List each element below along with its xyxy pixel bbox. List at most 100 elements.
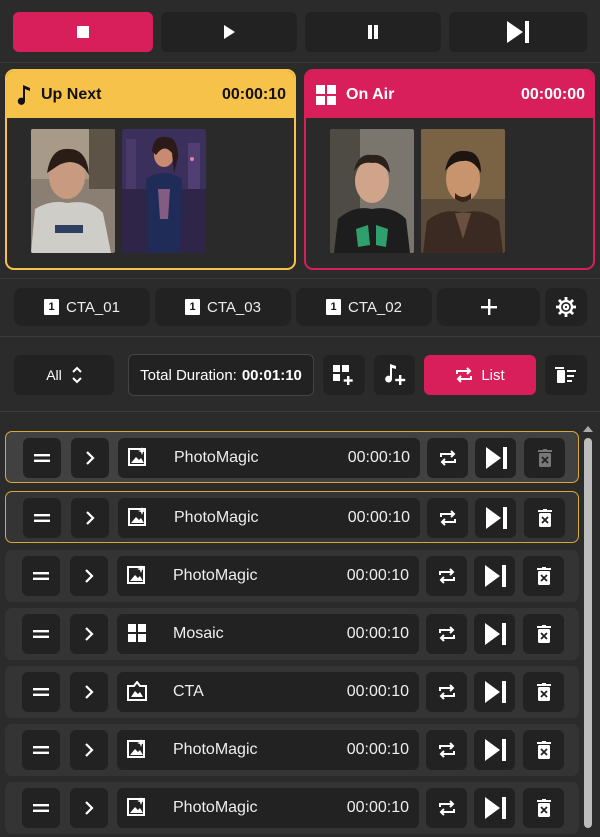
playlist-row[interactable]: PhotoMagic 00:00:10	[5, 431, 579, 483]
mosaic-icon	[316, 84, 336, 105]
playlist-item[interactable]: CTA 00:00:10	[117, 672, 419, 712]
cta-button-1[interactable]: 1 CTA_01	[14, 288, 150, 326]
pause-button[interactable]	[305, 12, 441, 52]
loop-toggle-button[interactable]	[426, 672, 467, 712]
play-next-button[interactable]	[474, 556, 515, 596]
skip-next-icon	[485, 447, 507, 469]
expand-button[interactable]	[70, 730, 108, 770]
playlist-row[interactable]: Mosaic 00:00:10	[5, 608, 579, 660]
drag-handle[interactable]	[22, 556, 60, 596]
cta-button-3[interactable]: 1 CTA_02	[296, 288, 432, 326]
playlist-row[interactable]: PhotoMagic 00:00:10	[5, 724, 579, 776]
play-next-button[interactable]	[474, 730, 515, 770]
drag-handle[interactable]	[22, 672, 60, 712]
expand-button[interactable]	[71, 498, 109, 538]
play-next-button[interactable]	[474, 788, 515, 828]
playlist-row[interactable]: CTA 00:00:10	[5, 666, 579, 718]
drag-handle-icon	[33, 630, 49, 638]
add-cta-button[interactable]	[437, 288, 540, 326]
drag-handle[interactable]	[22, 730, 60, 770]
loop-toggle-button[interactable]	[427, 438, 468, 478]
delete-button[interactable]	[523, 730, 564, 770]
music-note-icon	[17, 84, 30, 105]
photo-magic-icon	[128, 507, 148, 527]
item-duration: 00:00:10	[347, 449, 410, 466]
expand-button[interactable]	[70, 556, 108, 596]
up-next-thumbnail-1[interactable]	[31, 129, 115, 253]
playlist-item[interactable]: PhotoMagic 00:00:10	[117, 556, 419, 596]
item-name: PhotoMagic	[173, 799, 258, 816]
delete-button[interactable]	[523, 672, 564, 712]
skip-next-button[interactable]	[449, 12, 587, 52]
playlist-item[interactable]: Mosaic 00:00:10	[117, 614, 419, 654]
up-next-panel: Up Next 00:00:10	[5, 69, 296, 270]
playlist-item[interactable]: PhotoMagic 00:00:10	[117, 788, 419, 828]
up-next-header: Up Next 00:00:10	[7, 71, 294, 118]
on-air-title: On Air	[346, 85, 395, 103]
expand-button[interactable]	[70, 672, 108, 712]
playlist-item[interactable]: PhotoMagic 00:00:10	[118, 438, 420, 478]
filter-value: All	[46, 367, 62, 383]
expand-button[interactable]	[70, 614, 108, 654]
scrollbar[interactable]	[582, 424, 594, 837]
on-air-thumbnail-1[interactable]	[330, 129, 414, 253]
drag-handle[interactable]	[23, 438, 61, 478]
mosaic-add-icon	[333, 365, 353, 385]
delete-button[interactable]	[523, 614, 564, 654]
playlist-row[interactable]: PhotoMagic 00:00:10	[5, 491, 579, 543]
delete-button[interactable]	[523, 556, 564, 596]
playlist-row[interactable]: PhotoMagic 00:00:10	[5, 782, 579, 834]
loop-toggle-button[interactable]	[426, 614, 467, 654]
skip-next-icon	[484, 681, 506, 703]
playlist-item[interactable]: PhotoMagic 00:00:10	[118, 498, 420, 538]
drag-handle[interactable]	[23, 498, 61, 538]
play-next-button[interactable]	[474, 614, 515, 654]
expand-button[interactable]	[71, 438, 109, 478]
item-duration: 00:00:10	[346, 567, 409, 584]
delete-button[interactable]	[524, 498, 565, 538]
chevron-right-icon	[86, 451, 95, 465]
chevron-right-icon	[85, 743, 94, 757]
item-duration: 00:00:10	[346, 625, 409, 642]
scrollbar-thumb[interactable]	[584, 438, 592, 828]
item-duration: 00:00:10	[346, 683, 409, 700]
play-next-button[interactable]	[475, 438, 516, 478]
playlist-item[interactable]: PhotoMagic 00:00:10	[117, 730, 419, 770]
up-next-thumbnail-2[interactable]	[122, 129, 206, 253]
repeat-icon	[438, 568, 455, 584]
cta-number-badge: 1	[44, 299, 60, 315]
expand-button[interactable]	[70, 788, 108, 828]
cta-label: CTA_03	[207, 298, 261, 316]
clear-playlist-button[interactable]	[545, 355, 587, 395]
chevron-right-icon	[85, 569, 94, 583]
play-next-button[interactable]	[474, 672, 515, 712]
settings-button[interactable]	[545, 288, 587, 326]
list-mode-button[interactable]: List	[424, 355, 536, 395]
loop-toggle-button[interactable]	[426, 556, 467, 596]
loop-toggle-button[interactable]	[426, 730, 467, 770]
trash-icon	[536, 567, 551, 585]
cta-icon	[127, 681, 147, 701]
scroll-up-arrow-icon[interactable]	[582, 424, 594, 434]
on-air-time: 00:00:00	[520, 85, 585, 103]
play-next-button[interactable]	[475, 498, 516, 538]
loop-toggle-button[interactable]	[427, 498, 468, 538]
play-icon	[224, 25, 235, 39]
drag-handle[interactable]	[22, 788, 60, 828]
skip-next-icon	[484, 797, 506, 819]
play-button[interactable]	[161, 12, 297, 52]
loop-toggle-button[interactable]	[426, 788, 467, 828]
pause-icon	[368, 25, 378, 39]
delete-button[interactable]	[523, 788, 564, 828]
photo-magic-icon	[127, 797, 147, 817]
playlist-row[interactable]: PhotoMagic 00:00:10	[5, 550, 579, 602]
item-duration: 00:00:10	[346, 799, 409, 816]
stop-button[interactable]	[13, 12, 153, 52]
drag-handle-icon	[33, 746, 49, 754]
cta-button-2[interactable]: 1 CTA_03	[155, 288, 291, 326]
on-air-thumbnail-2[interactable]	[421, 129, 505, 253]
drag-handle[interactable]	[22, 614, 60, 654]
filter-select[interactable]: All	[14, 355, 114, 395]
add-audio-button[interactable]	[374, 355, 415, 395]
add-mosaic-button[interactable]	[323, 355, 365, 395]
